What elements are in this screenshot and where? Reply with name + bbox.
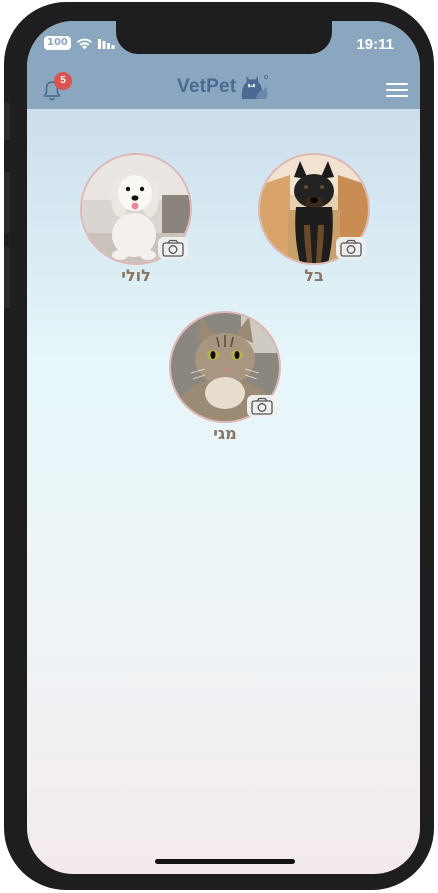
app-header: 5 VetPet	[27, 63, 420, 109]
signal-icon	[97, 39, 115, 49]
hamburger-menu-icon[interactable]	[386, 83, 408, 99]
logo-text: VetPet	[177, 76, 237, 97]
app-screen: 100 19:11 5 VetPet בל לולי מגי	[27, 21, 420, 874]
volume-up-button	[4, 172, 10, 234]
camera-icon[interactable]	[247, 395, 277, 417]
status-bar: 100 19:11	[27, 21, 420, 63]
camera-icon[interactable]	[336, 237, 366, 259]
wifi-icon	[76, 38, 92, 49]
pet-logo-icon	[242, 75, 269, 99]
notification-badge[interactable]: 5	[54, 72, 72, 90]
phone-frame: 100 19:11 5 VetPet בל לולי מגי	[4, 2, 434, 890]
pet-name[interactable]: בל	[258, 266, 370, 285]
vetpet-logo: VetPet	[177, 73, 269, 101]
home-indicator[interactable]	[155, 859, 295, 864]
camera-icon[interactable]	[158, 237, 188, 259]
battery-indicator: 100	[44, 36, 71, 50]
notch	[116, 21, 332, 54]
pet-name[interactable]: לולי	[80, 266, 192, 285]
pet-name[interactable]: מגי	[169, 424, 281, 443]
mute-switch	[4, 102, 10, 140]
status-icons: 100	[44, 36, 118, 50]
clock: 19:11	[356, 36, 394, 53]
volume-down-button	[4, 246, 10, 308]
